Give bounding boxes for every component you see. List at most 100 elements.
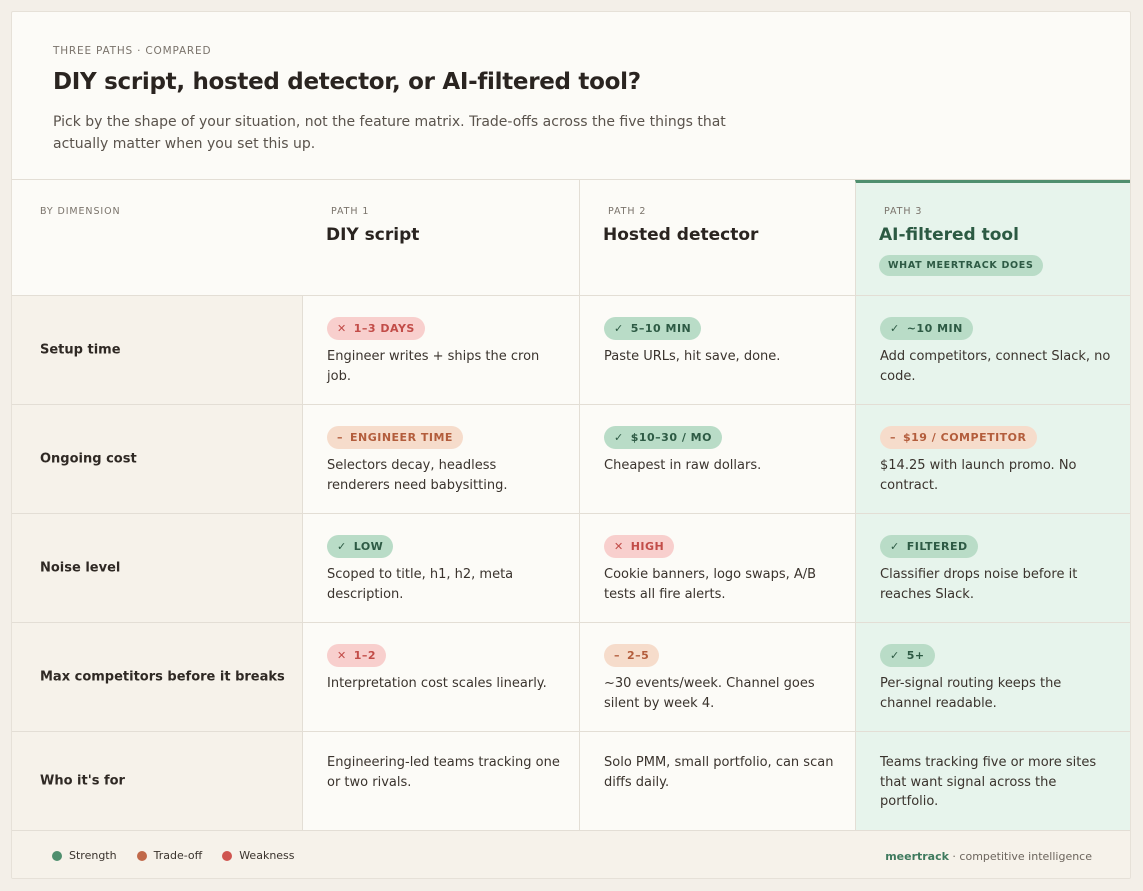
- header: THREE PATHS · COMPARED DIY script, hoste…: [12, 12, 1130, 180]
- cell-description: ~30 events/week. Channel goes silent by …: [604, 676, 815, 711]
- x-icon: ✕: [337, 649, 347, 662]
- brand-tagline: · competitive intelligence: [948, 850, 1092, 863]
- table-cell: Teams tracking five or more sites that w…: [855, 732, 1130, 830]
- legend-item: Strength: [52, 849, 117, 862]
- status-badge: ✓ FILTERED: [880, 535, 978, 558]
- column-header-path-2: PATH 2 Hosted detector: [579, 180, 855, 296]
- x-icon: ✕: [337, 322, 347, 335]
- table-cell: ✓ FILTERED Classifier drops noise before i…: [855, 514, 1130, 622]
- table-cell: ✓ ~10 MIN Add competitors, connect Slack, …: [855, 296, 1130, 404]
- meertrack-badge: WHAT MEERTRACK DOES: [879, 255, 1043, 276]
- dimension-cell: Ongoing cost: [12, 405, 303, 513]
- status-badge: ✓ ~10 MIN: [880, 317, 973, 340]
- cell-description: Scoped to title, h1, h2, meta descriptio…: [327, 567, 514, 602]
- check-icon: ✓: [890, 649, 900, 662]
- badge-label: HIGH: [630, 540, 665, 553]
- cell-description: Add competitors, connect Slack, no code.: [880, 349, 1111, 384]
- table-cell: ✓ $10–30 / MO Cheapest in raw dollars.: [579, 405, 855, 513]
- dimension-cell: Who it's for: [12, 732, 303, 830]
- column-header-path-1: PATH 1 DIY script: [303, 180, 579, 296]
- cell-description: Selectors decay, headless renderers need…: [327, 458, 508, 493]
- dimension-cell: Max competitors before it breaks: [12, 623, 303, 731]
- table-cell: ✕ HIGH Cookie banners, logo swaps, A/B tes…: [579, 514, 855, 622]
- status-badge: – $19 / COMPETITOR: [880, 426, 1037, 449]
- table-cell: ✓ 5+ Per-signal routing keeps the channel …: [855, 623, 1130, 731]
- dimension-label: BY DIMENSION: [40, 206, 121, 217]
- table-cell: ✕ 1–3 DAYS Engineer writes + ships the cro…: [303, 296, 579, 404]
- table-row: Max competitors before it breaks ✕ 1–2 Inte…: [12, 623, 1130, 732]
- cell-description: Paste URLs, hit save, done.: [604, 349, 781, 364]
- badge-label: $19 / COMPETITOR: [903, 431, 1027, 444]
- check-icon: ✓: [614, 431, 624, 444]
- badge-label: ~10 MIN: [906, 322, 963, 335]
- badge-label: 1–3 DAYS: [353, 322, 415, 335]
- eyebrow: THREE PATHS · COMPARED: [53, 45, 212, 57]
- status-badge: ✓ $10–30 / MO: [604, 426, 722, 449]
- legend: Strength Trade-off Weakness: [52, 849, 295, 862]
- badge-label: 1–2: [353, 649, 377, 662]
- dimension-label: Who it's for: [40, 773, 125, 789]
- badge-label: $10–30 / MO: [630, 431, 712, 444]
- table-cell: ✓ 5–10 MIN Paste URLs, hit save, done.: [579, 296, 855, 404]
- dimension-cell: Setup time: [12, 296, 303, 404]
- x-icon: ✕: [614, 540, 624, 553]
- legend-item: Weakness: [222, 849, 295, 862]
- status-badge: ✕ 1–2: [327, 644, 387, 667]
- table-cell: – ENGINEER TIME Selectors decay, headless …: [303, 405, 579, 513]
- cell-description: Solo PMM, small portfolio, can scan diff…: [604, 755, 834, 790]
- path-label: PATH 1: [331, 206, 370, 217]
- dimension-label: Ongoing cost: [40, 451, 137, 467]
- footer: Strength Trade-off Weakness meertrack · co…: [12, 830, 1130, 878]
- cell-description: Engineering-led teams tracking one or tw…: [327, 755, 560, 790]
- status-badge: –2–5: [604, 644, 660, 667]
- legend-label: Strength: [69, 849, 117, 862]
- cell-description: Classifier drops noise before it reaches…: [880, 567, 1078, 602]
- legend-item: Trade-off: [136, 849, 203, 862]
- cell-description: Interpretation cost scales linearly.: [327, 676, 547, 691]
- badge-label: LOW: [353, 540, 384, 553]
- badge-label: 5–10 MIN: [630, 322, 692, 335]
- status-badge: ✓ LOW: [327, 535, 394, 558]
- table-cell: ✓ LOW Scoped to title, h1, h2, meta descri…: [303, 514, 579, 622]
- status-badge: ✓ 5–10 MIN: [604, 317, 702, 340]
- comparison-card: THREE PATHS · COMPARED DIY script, hoste…: [11, 11, 1131, 879]
- dimension-label: Setup time: [40, 342, 121, 358]
- dash-icon: –: [890, 431, 896, 444]
- status-badge: ✕ HIGH: [604, 535, 675, 558]
- legend-label: Weakness: [239, 849, 295, 862]
- badge-label: ENGINEER TIME: [350, 431, 453, 444]
- cell-description: Engineer writes + ships the cron job.: [327, 349, 540, 384]
- table-cell: Engineering-led teams tracking one or tw…: [303, 732, 579, 830]
- path-name: Hosted detector: [603, 225, 759, 245]
- brand-name: meertrack: [885, 850, 949, 863]
- status-badge: – ENGINEER TIME: [327, 426, 463, 449]
- path-label: PATH 2: [608, 206, 647, 217]
- badge-label: 2–5: [627, 649, 650, 662]
- brand: meertrack · competitive intelligence: [885, 850, 1092, 863]
- legend-dot-icon: [52, 850, 62, 861]
- column-header-path-3: PATH 3 AI-filtered tool WHAT MEERTRACK D…: [855, 180, 1130, 296]
- dash-icon: –: [337, 431, 343, 444]
- table-row: Ongoing cost – ENGINEER TIME Selectors deca…: [12, 405, 1130, 514]
- check-icon: ✓: [890, 540, 900, 553]
- table-row: Setup time ✕ 1–3 DAYS Engineer writes + shi…: [12, 296, 1130, 405]
- dash-icon: –: [614, 649, 620, 662]
- page-title: DIY script, hosted detector, or AI-filte…: [53, 69, 641, 95]
- legend-dot-icon: [222, 850, 233, 861]
- dimension-label: Max competitors before it breaks: [40, 669, 285, 685]
- cell-description: Cheapest in raw dollars.: [604, 458, 762, 473]
- dimension-cell: Noise level: [12, 514, 303, 622]
- page-subtitle: Pick by the shape of your situation, not…: [53, 114, 726, 152]
- legend-label: Trade-off: [153, 849, 203, 862]
- path-name: AI-filtered tool: [879, 225, 1019, 245]
- column-header-dimension: BY DIMENSION: [12, 180, 303, 296]
- legend-dot-icon: [136, 850, 147, 861]
- cell-description: Per-signal routing keeps the channel rea…: [880, 676, 1062, 711]
- status-badge: ✕ 1–3 DAYS: [327, 317, 425, 340]
- badge-label: FILTERED: [906, 540, 968, 553]
- cell-description: Teams tracking five or more sites that w…: [880, 755, 1097, 809]
- path-name: DIY script: [326, 225, 420, 245]
- badge-label: 5+: [906, 649, 925, 662]
- cell-description: $14.25 with launch promo. No contract.: [880, 458, 1077, 493]
- cell-description: Cookie banners, logo swaps, A/B tests al…: [604, 567, 817, 602]
